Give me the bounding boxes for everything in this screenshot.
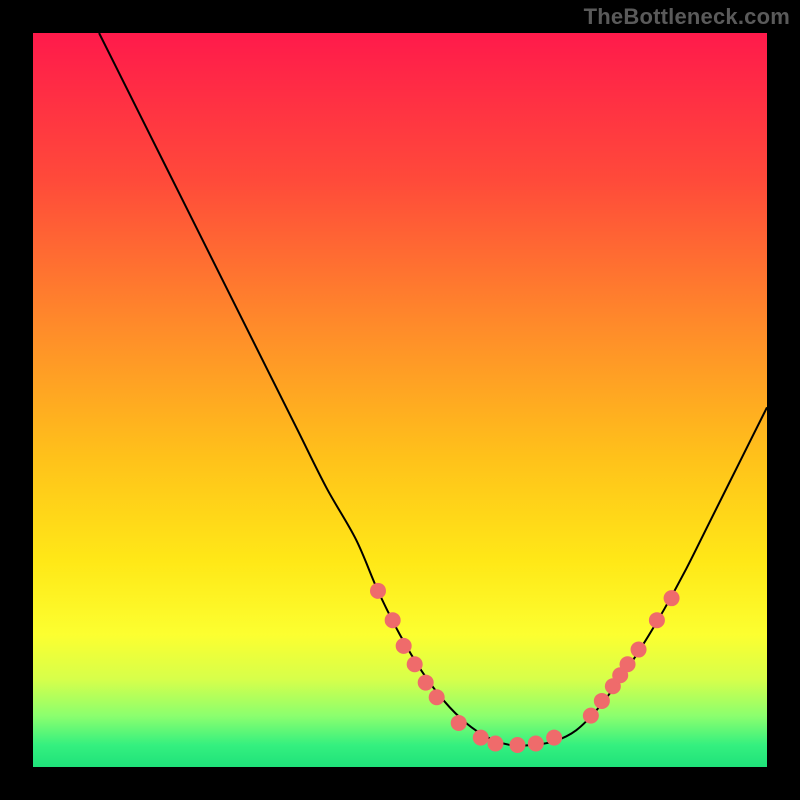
data-marker bbox=[583, 708, 599, 724]
data-marker bbox=[385, 612, 401, 628]
data-marker bbox=[620, 656, 636, 672]
data-marker bbox=[546, 730, 562, 746]
data-marker bbox=[407, 656, 423, 672]
data-marker bbox=[528, 736, 544, 752]
data-marker bbox=[370, 583, 386, 599]
data-marker bbox=[473, 730, 489, 746]
data-marker bbox=[418, 675, 434, 691]
data-marker bbox=[429, 689, 445, 705]
data-marker bbox=[649, 612, 665, 628]
gradient-background bbox=[33, 33, 767, 767]
data-marker bbox=[509, 737, 525, 753]
data-marker bbox=[594, 693, 610, 709]
chart-frame: TheBottleneck.com bbox=[0, 0, 800, 800]
bottleneck-chart bbox=[33, 33, 767, 767]
data-marker bbox=[487, 736, 503, 752]
data-marker bbox=[451, 715, 467, 731]
data-marker bbox=[396, 638, 412, 654]
attribution-text: TheBottleneck.com bbox=[584, 4, 790, 30]
plot-area bbox=[33, 33, 767, 767]
data-marker bbox=[664, 590, 680, 606]
data-marker bbox=[631, 642, 647, 658]
